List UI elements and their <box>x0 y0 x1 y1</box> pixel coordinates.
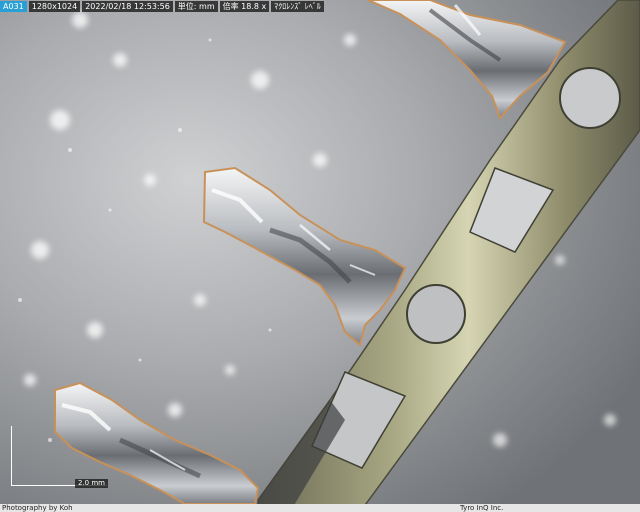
camera-id-label: A031 <box>0 0 27 12</box>
capture-info-bar: A031 1280x1024 2022/02/18 12:53:56 単位: m… <box>0 0 324 12</box>
credits-strip: Photography by Koh Tyro InQ Inc. <box>0 504 640 512</box>
mode-label: ﾏｸﾛﾚﾝｽﾞ ﾚﾍﾞﾙ <box>271 0 324 12</box>
scale-bar-vertical-line <box>11 426 12 485</box>
microscope-image-frame: A031 1280x1024 2022/02/18 12:53:56 単位: m… <box>0 0 640 512</box>
photographer-credit: Photography by Koh <box>2 504 73 512</box>
resolution-label: 1280x1024 <box>28 0 81 12</box>
company-credit: Tyro InQ Inc. <box>460 504 504 512</box>
magnification-label: 倍率 18.8 x <box>219 0 270 12</box>
timestamp-label: 2022/02/18 12:53:56 <box>82 0 173 12</box>
unit-label: 単位: mm <box>174 0 218 12</box>
scale-bar: 2.0 mm <box>11 426 108 490</box>
scale-bar-label: 2.0 mm <box>75 479 108 488</box>
